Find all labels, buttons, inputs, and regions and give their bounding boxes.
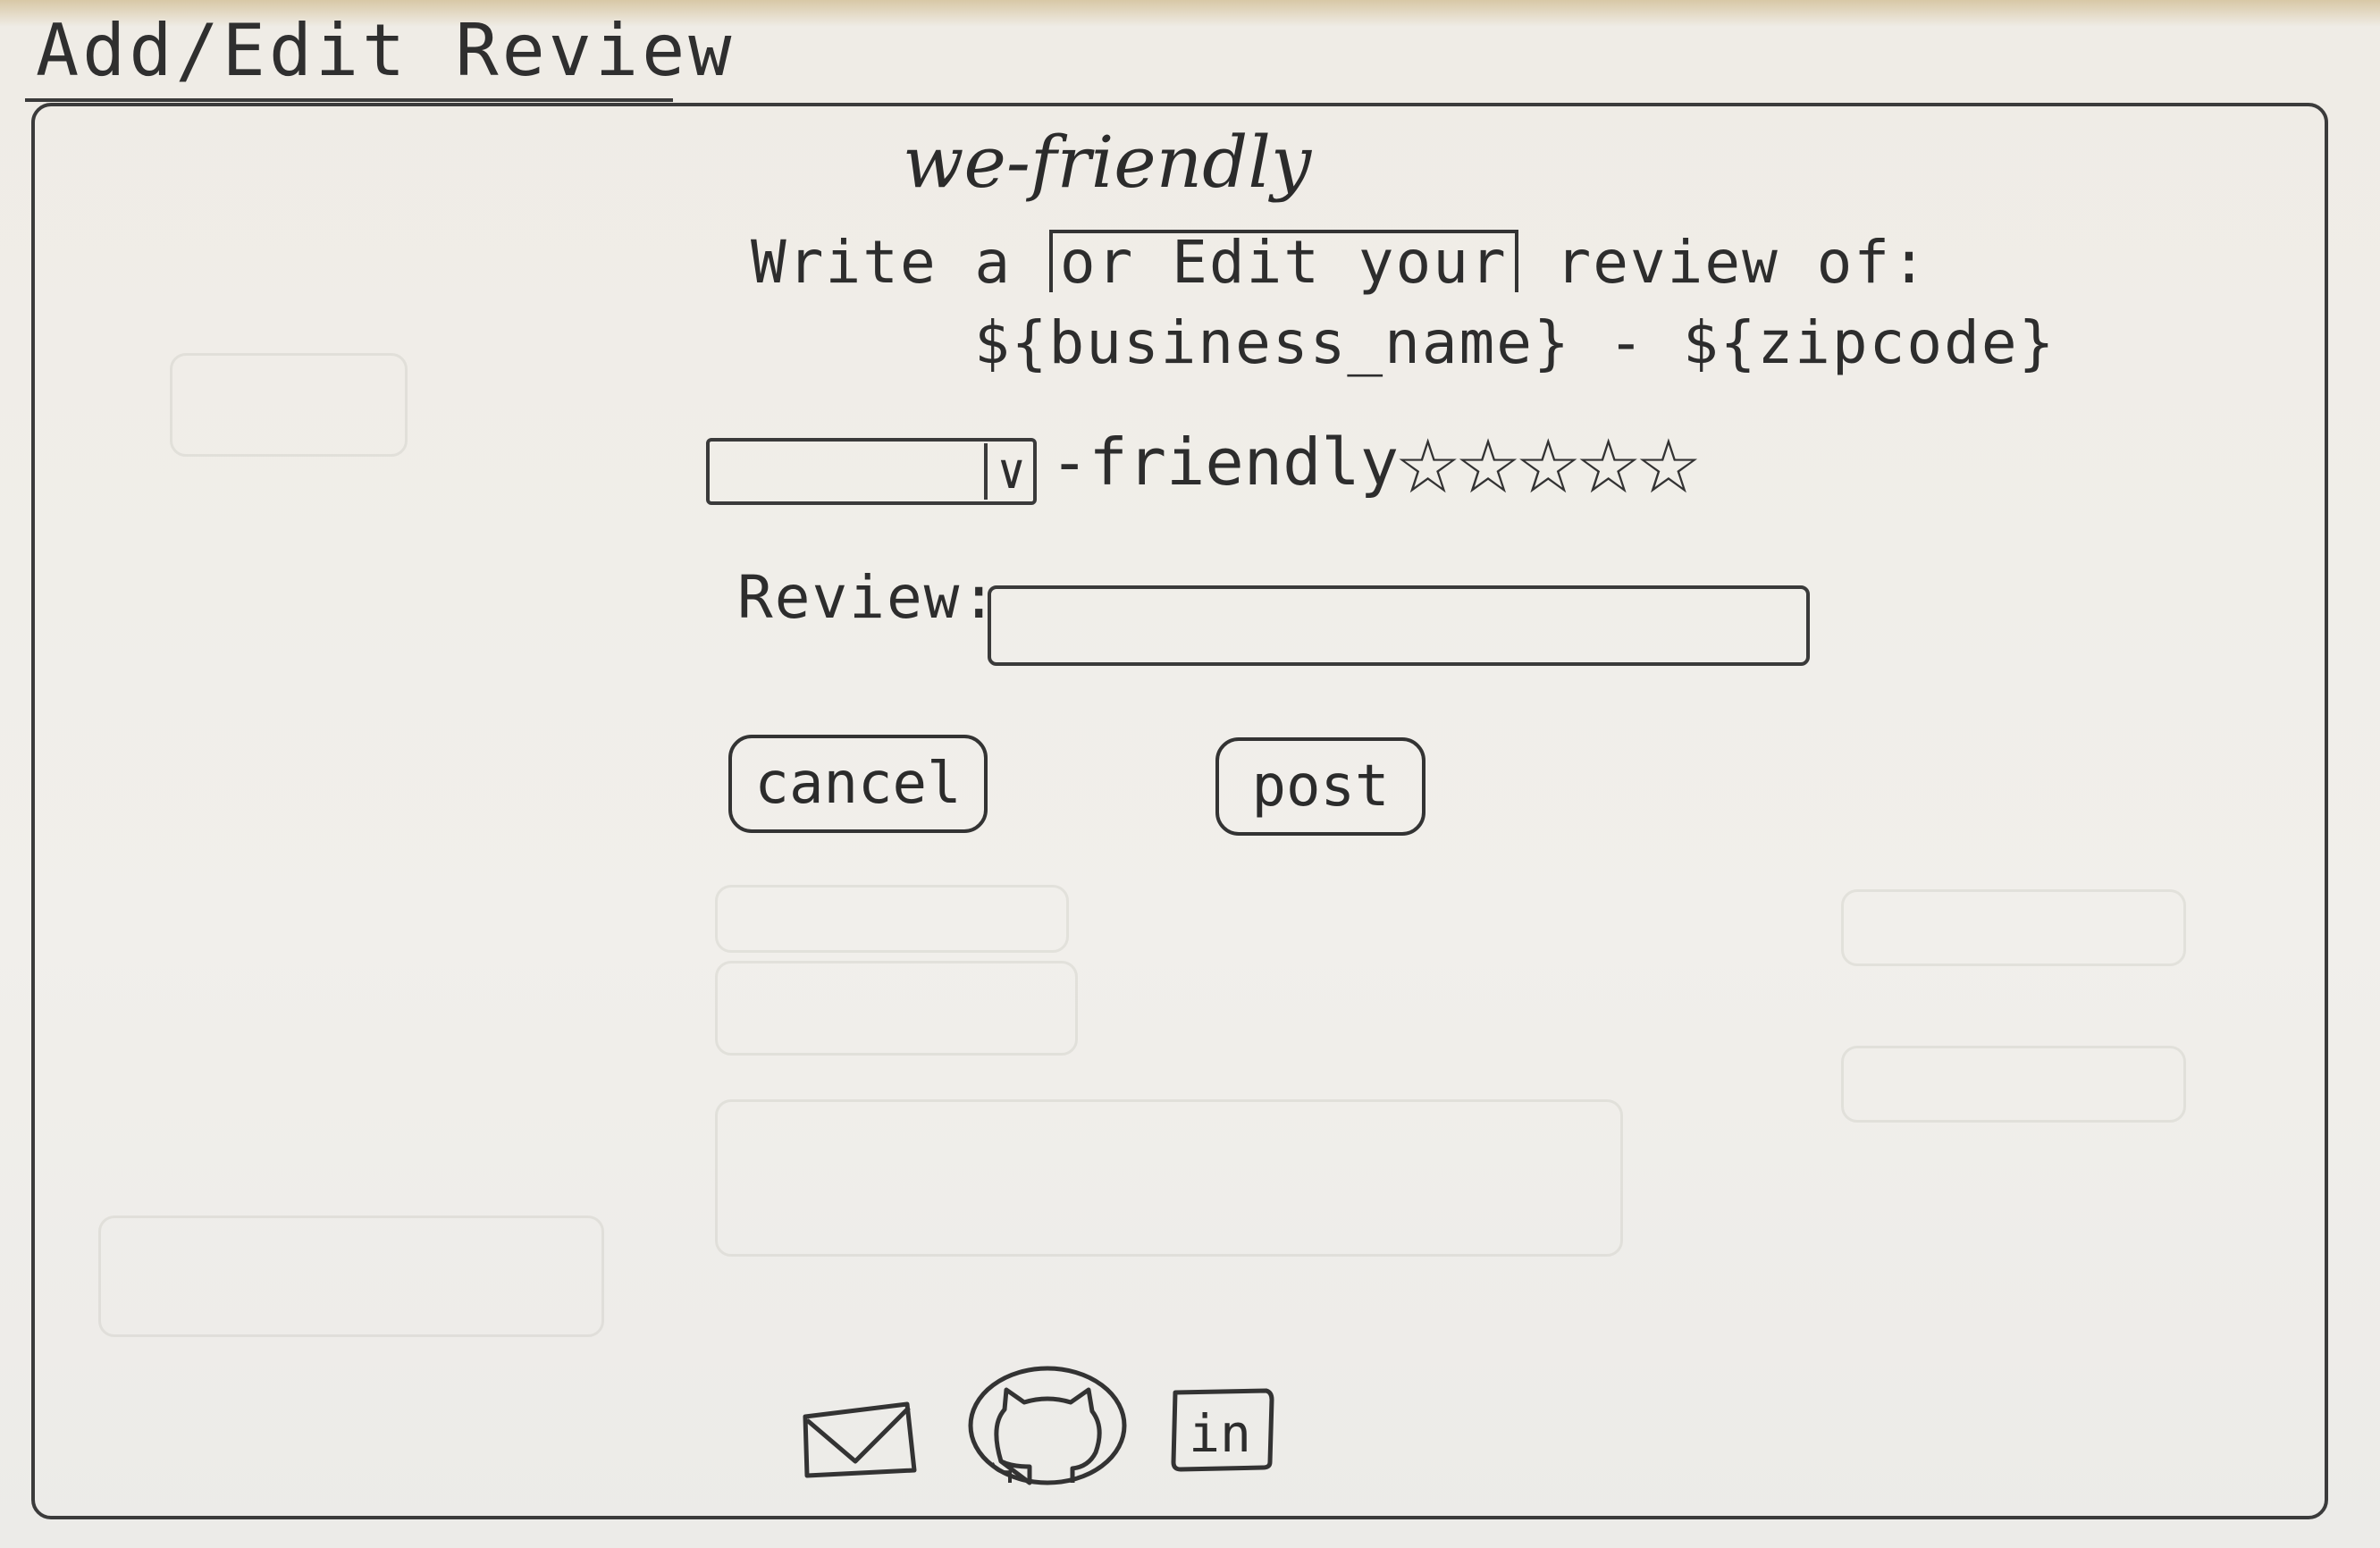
- linkedin-icon[interactable]: in: [1166, 1385, 1278, 1475]
- cancel-button[interactable]: cancel: [728, 735, 988, 833]
- star-icon[interactable]: ☆: [1575, 429, 1642, 504]
- category-select[interactable]: ∨: [706, 438, 1037, 505]
- mail-icon[interactable]: [800, 1399, 921, 1479]
- linkedin-text: in: [1189, 1403, 1251, 1464]
- star-icon[interactable]: ☆: [1515, 429, 1582, 504]
- chevron-down-icon[interactable]: ∨: [984, 443, 1026, 500]
- star-icon[interactable]: ☆: [1635, 429, 1702, 504]
- github-icon[interactable]: [965, 1363, 1131, 1488]
- business-target: ${business_name} - ${zipcode}: [974, 308, 2056, 377]
- star-icon[interactable]: ☆: [1454, 429, 1521, 504]
- brand-logo: we-friendly: [903, 121, 1312, 204]
- review-input[interactable]: [988, 585, 1810, 666]
- rating-label: -friendly: [1050, 425, 1400, 500]
- post-button[interactable]: post: [1215, 737, 1425, 836]
- star-icon[interactable]: ☆: [1394, 429, 1461, 504]
- title-underline: [25, 98, 673, 102]
- review-prompt: Write a or Edit your review of:: [751, 228, 1929, 297]
- prompt-prefix: Write a: [751, 228, 1049, 297]
- page-title: Add/Edit Review: [36, 9, 736, 92]
- footer-social-links: in: [800, 1363, 1300, 1488]
- review-label: Review:: [737, 563, 999, 632]
- prompt-suffix: review of:: [1518, 228, 1929, 297]
- star-rating[interactable]: ☆ ☆ ☆ ☆ ☆: [1394, 429, 1703, 504]
- edit-mode-bracket: or Edit your: [1048, 230, 1518, 292]
